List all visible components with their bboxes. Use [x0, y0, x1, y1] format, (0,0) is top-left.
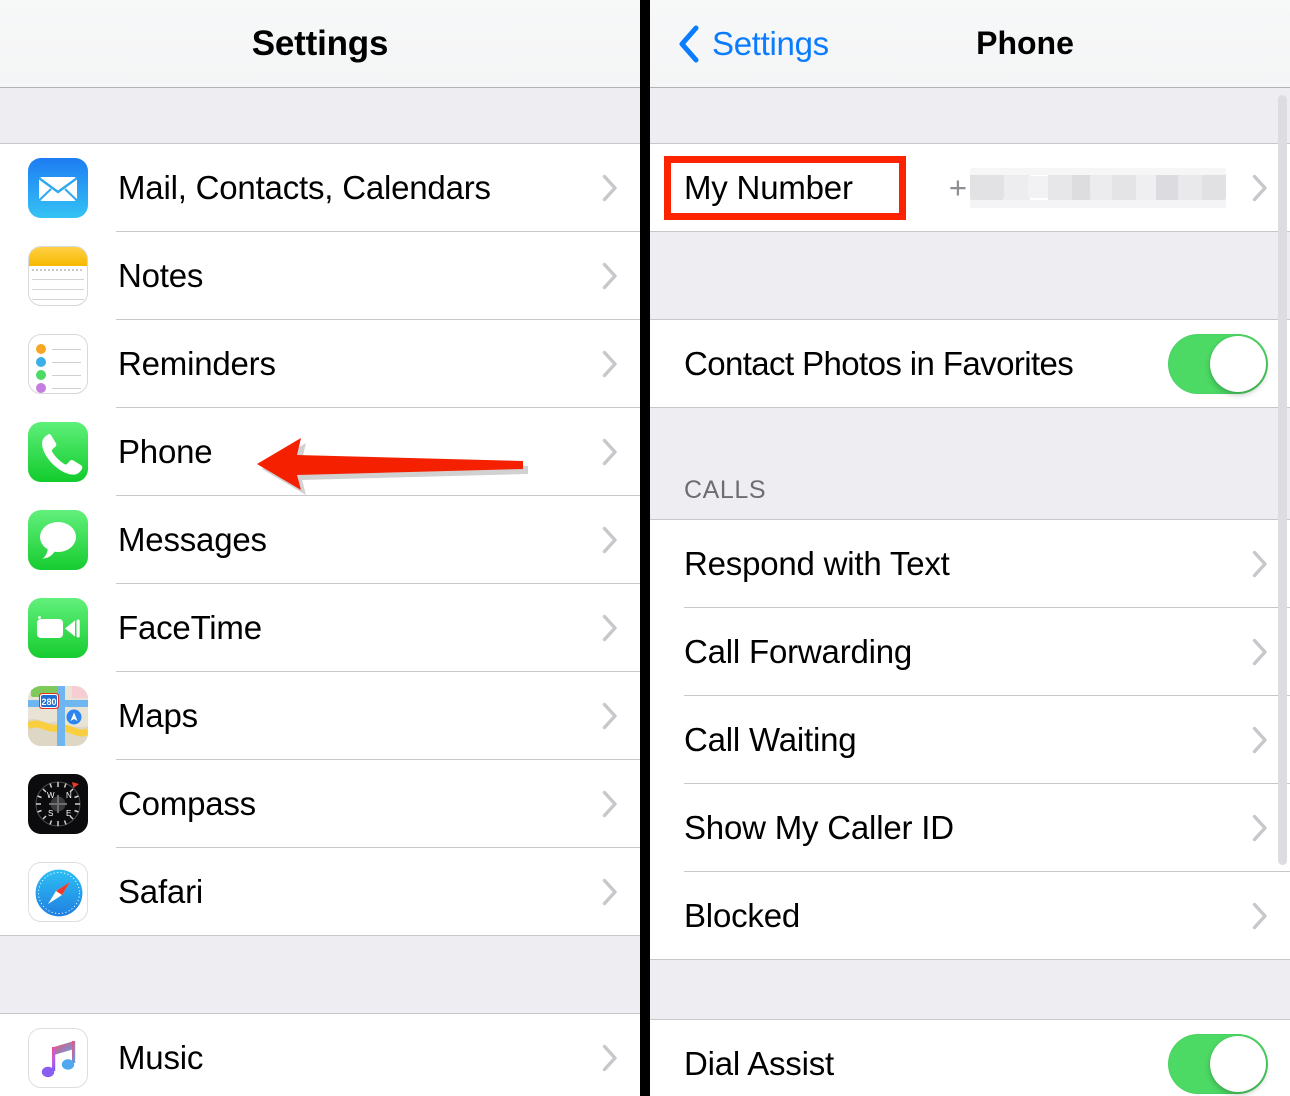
sidebar-item-label: Music — [118, 1039, 204, 1076]
row-label: Call Forwarding — [684, 633, 913, 670]
row-separator — [650, 959, 1290, 960]
notes-icon — [28, 246, 88, 306]
page-title: Settings — [251, 23, 389, 63]
sidebar-item-label: Reminders — [118, 345, 276, 382]
row-label: Respond with Text — [684, 545, 950, 582]
phone-navbar: Settings Phone — [650, 0, 1290, 88]
my-number-label: My Number — [684, 169, 853, 206]
compass-icon: W N S E — [28, 774, 88, 834]
dial-assist-toggle[interactable] — [1168, 1034, 1268, 1094]
row-contact-photos-in-favorites[interactable]: Contact Photos in Favorites — [650, 320, 1290, 408]
group-gap-top — [0, 88, 640, 144]
maps-icon: 280 — [28, 686, 88, 746]
calls-section-header: CALLS — [650, 408, 1290, 520]
chevron-right-icon — [602, 1044, 617, 1072]
page-title: Phone — [976, 25, 1074, 61]
chevron-right-icon — [602, 174, 617, 202]
dial-assist-group: Dial Assist — [650, 1020, 1290, 1096]
my-number-value: + — [949, 168, 1226, 208]
panel-divider — [640, 0, 650, 1096]
contact-photos-group: Contact Photos in Favorites — [650, 320, 1290, 408]
sidebar-item-label: Maps — [118, 697, 198, 734]
svg-text:N: N — [66, 791, 72, 800]
sidebar-item-phone[interactable]: Phone — [0, 408, 640, 496]
safari-icon — [28, 862, 88, 922]
contact-photos-toggle[interactable] — [1168, 334, 1268, 394]
row-call-forwarding[interactable]: Call Forwarding — [650, 608, 1290, 696]
sidebar-item-label: Mail, Contacts, Calendars — [118, 169, 491, 206]
chevron-right-icon — [1252, 726, 1267, 754]
sidebar-item-label: Messages — [118, 521, 267, 558]
sidebar-item-safari[interactable]: Safari — [0, 848, 640, 936]
chevron-right-icon — [602, 614, 617, 642]
row-show-my-caller-id[interactable]: Show My Caller ID — [650, 784, 1290, 872]
chevron-right-icon — [602, 526, 617, 554]
chevron-right-icon — [602, 350, 617, 378]
my-number-group: My Number + — [650, 144, 1290, 232]
sidebar-item-facetime[interactable]: FaceTime — [0, 584, 640, 672]
group-gap-top — [650, 88, 1290, 144]
chevron-right-icon — [1252, 814, 1267, 842]
dial-assist-label: Dial Assist — [684, 1045, 835, 1082]
chevron-right-icon — [602, 702, 617, 730]
facetime-icon — [28, 598, 88, 658]
row-label: Blocked — [684, 897, 801, 934]
svg-text:280: 280 — [41, 697, 56, 707]
chevron-right-icon — [602, 790, 617, 818]
row-blocked[interactable]: Blocked — [650, 872, 1290, 960]
row-label: Call Waiting — [684, 721, 857, 758]
chevron-right-icon — [602, 878, 617, 906]
sidebar-item-compass[interactable]: W N S E Compass — [0, 760, 640, 848]
sidebar-item-label: Compass — [118, 785, 256, 822]
chevron-right-icon — [1252, 550, 1267, 578]
settings-list-panel: Settings Mail, Contacts, Calendars Notes… — [0, 0, 640, 1096]
chevron-right-icon — [602, 262, 617, 290]
row-separator — [650, 231, 1290, 232]
mail-icon — [28, 158, 88, 218]
sidebar-item-label: FaceTime — [118, 609, 262, 646]
sidebar-item-notes[interactable]: Notes — [0, 232, 640, 320]
row-separator — [650, 407, 1290, 408]
sidebar-item-music[interactable]: Music — [0, 1014, 640, 1096]
row-dial-assist[interactable]: Dial Assist — [650, 1020, 1290, 1096]
calls-group: Respond with Text Call Forwarding Call W… — [650, 520, 1290, 960]
phone-icon — [28, 422, 88, 482]
svg-text:E: E — [66, 809, 71, 818]
svg-text:S: S — [48, 809, 53, 818]
settings-navbar: Settings — [0, 0, 640, 88]
sidebar-item-mail[interactable]: Mail, Contacts, Calendars — [0, 144, 640, 232]
group-gap-dial-assist — [650, 960, 1290, 1020]
sidebar-item-label: Phone — [118, 433, 213, 470]
phone-country-prefix: + — [948, 170, 967, 205]
redacted-phone-number — [970, 168, 1226, 208]
row-respond-with-text[interactable]: Respond with Text — [650, 520, 1290, 608]
group-gap-contact-photos — [650, 232, 1290, 320]
sidebar-item-messages[interactable]: Messages — [0, 496, 640, 584]
sidebar-item-label: Safari — [118, 873, 204, 910]
music-icon — [28, 1028, 88, 1088]
chevron-right-icon — [1252, 174, 1267, 202]
svg-text:W: W — [47, 791, 55, 800]
row-label: Show My Caller ID — [684, 809, 954, 846]
vertical-scrollbar[interactable] — [1278, 95, 1287, 865]
sidebar-item-maps[interactable]: 280 Maps — [0, 672, 640, 760]
row-my-number[interactable]: My Number + — [650, 144, 1290, 232]
chevron-right-icon — [602, 438, 617, 466]
settings-group-apps: Mail, Contacts, Calendars Notes Reminder… — [0, 144, 640, 936]
row-separator — [0, 935, 640, 936]
messages-icon — [28, 510, 88, 570]
ios-settings-split-screenshot: Settings Mail, Contacts, Calendars Notes… — [0, 0, 1290, 1096]
sidebar-item-label: Notes — [118, 257, 204, 294]
group-gap-music — [0, 936, 640, 1014]
reminders-icon — [28, 334, 88, 394]
contact-photos-label: Contact Photos in Favorites — [684, 345, 1074, 382]
sidebar-item-reminders[interactable]: Reminders — [0, 320, 640, 408]
phone-settings-panel: Settings Phone My Number + Contact Photo… — [650, 0, 1290, 1096]
chevron-right-icon — [1252, 902, 1267, 930]
row-call-waiting[interactable]: Call Waiting — [650, 696, 1290, 784]
chevron-right-icon — [1252, 638, 1267, 666]
settings-group-media: Music — [0, 1014, 640, 1096]
